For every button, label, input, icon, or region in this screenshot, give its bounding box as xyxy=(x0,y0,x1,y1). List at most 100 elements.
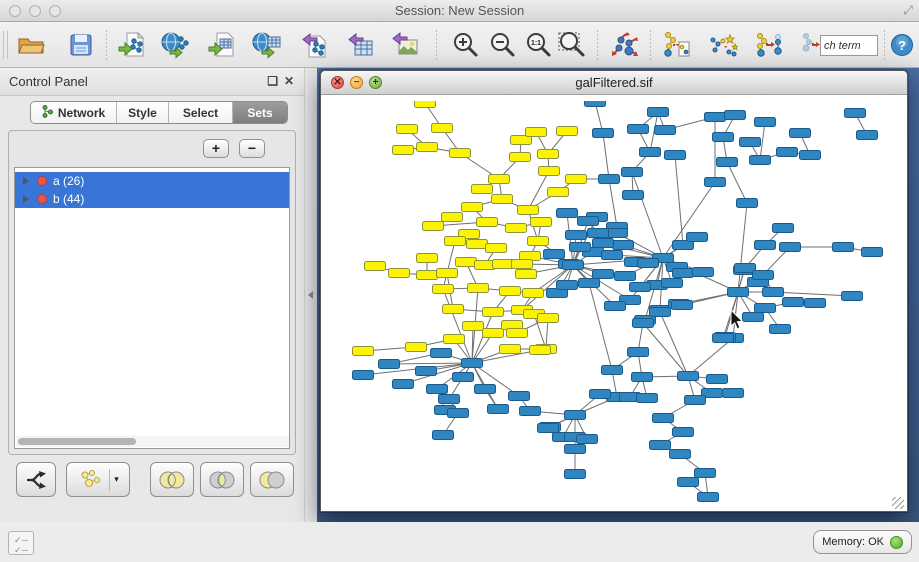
graph-node[interactable] xyxy=(845,109,866,118)
graph-node[interactable] xyxy=(590,390,611,399)
graph-node[interactable] xyxy=(483,329,504,338)
graph-node[interactable] xyxy=(433,285,454,294)
graph-node[interactable] xyxy=(723,389,744,398)
graph-node[interactable] xyxy=(417,143,438,152)
zoom-fit-selected-icon[interactable] xyxy=(557,30,587,60)
tab-network[interactable]: Network xyxy=(31,102,117,123)
graph-node[interactable] xyxy=(507,329,528,338)
graph-node[interactable] xyxy=(557,281,578,290)
graph-node[interactable] xyxy=(687,233,708,242)
task-history-button[interactable]: ✓─✓─ xyxy=(8,531,34,555)
graph-node[interactable] xyxy=(353,347,374,356)
graph-node[interactable] xyxy=(538,314,559,323)
graph-node[interactable] xyxy=(678,478,699,487)
graph-node[interactable] xyxy=(632,373,653,382)
graph-node[interactable] xyxy=(665,151,686,160)
graph-node[interactable] xyxy=(570,243,591,252)
graph-node[interactable] xyxy=(427,385,448,394)
graph-node[interactable] xyxy=(780,243,801,252)
graph-node[interactable] xyxy=(842,292,863,301)
graph-node[interactable] xyxy=(565,470,586,479)
open-session-icon[interactable] xyxy=(16,30,46,60)
graph-node[interactable] xyxy=(566,175,587,184)
graph-node[interactable] xyxy=(579,279,600,288)
graph-node[interactable] xyxy=(557,209,578,218)
import-network-web-icon[interactable] xyxy=(160,30,190,60)
graph-node[interactable] xyxy=(500,287,521,296)
graph-node[interactable] xyxy=(613,241,634,250)
graph-node[interactable] xyxy=(717,158,738,167)
graph-node[interactable] xyxy=(489,175,510,184)
graph-node[interactable] xyxy=(393,380,414,389)
tab-select[interactable]: Select xyxy=(169,102,233,123)
graph-node[interactable] xyxy=(637,394,658,403)
graph-node[interactable] xyxy=(423,222,444,231)
graph-node[interactable] xyxy=(528,237,549,246)
graph-node[interactable] xyxy=(393,146,414,155)
remove-set-button[interactable]: − xyxy=(239,139,265,158)
graph-node[interactable] xyxy=(450,149,471,158)
graph-node[interactable] xyxy=(415,101,436,108)
graph-node[interactable] xyxy=(510,153,531,162)
graph-node[interactable] xyxy=(678,372,699,381)
graph-node[interactable] xyxy=(623,191,644,200)
graph-node[interactable] xyxy=(431,349,452,358)
graph-node[interactable] xyxy=(750,156,771,165)
set-list-item[interactable]: b (44) xyxy=(15,190,289,208)
graph-node[interactable] xyxy=(353,371,374,380)
graph-node[interactable] xyxy=(725,111,746,120)
graph-node[interactable] xyxy=(548,188,569,197)
graph-node[interactable] xyxy=(557,127,578,136)
graph-node[interactable] xyxy=(685,396,706,405)
expander-icon[interactable] xyxy=(23,195,29,203)
graph-node[interactable] xyxy=(833,243,854,252)
graph-node[interactable] xyxy=(518,206,539,215)
import-table-file-icon[interactable] xyxy=(208,30,238,60)
graph-node[interactable] xyxy=(512,260,533,269)
network-canvas[interactable] xyxy=(322,95,906,511)
graph-node[interactable] xyxy=(443,305,464,314)
graph-node[interactable] xyxy=(417,254,438,263)
graph-node[interactable] xyxy=(672,301,693,310)
graph-node[interactable] xyxy=(417,271,438,280)
graph-node[interactable] xyxy=(655,126,676,135)
float-panel-icon[interactable]: ❑ xyxy=(267,74,278,88)
graph-node[interactable] xyxy=(488,405,509,414)
graph-node[interactable] xyxy=(468,284,489,293)
graph-node[interactable] xyxy=(565,445,586,454)
graph-node[interactable] xyxy=(467,240,488,249)
graph-node[interactable] xyxy=(578,217,599,226)
graph-node[interactable] xyxy=(628,348,649,357)
graph-node[interactable] xyxy=(662,279,683,288)
graph-node[interactable] xyxy=(486,244,507,253)
graph-node[interactable] xyxy=(563,261,584,270)
graph-node[interactable] xyxy=(516,270,537,279)
graph-node[interactable] xyxy=(538,150,559,159)
graph-node[interactable] xyxy=(622,168,643,177)
apply-layout-icon[interactable] xyxy=(610,30,640,60)
toolbar-drag-handle[interactable] xyxy=(3,31,8,59)
new-network-from-selection-icon[interactable] xyxy=(662,30,692,60)
graph-node[interactable] xyxy=(628,125,649,134)
graph-node[interactable] xyxy=(565,411,586,420)
horizontal-scrollbar[interactable] xyxy=(16,436,290,447)
close-panel-icon[interactable]: ✕ xyxy=(284,74,294,88)
graph-node[interactable] xyxy=(705,178,726,187)
graph-node[interactable] xyxy=(523,289,544,298)
set-intersection-button[interactable] xyxy=(200,462,244,497)
graph-node[interactable] xyxy=(777,148,798,157)
graph-node[interactable] xyxy=(607,229,628,238)
graph-node[interactable] xyxy=(602,366,623,375)
graph-node[interactable] xyxy=(653,414,674,423)
graph-node[interactable] xyxy=(650,441,671,450)
graph-node[interactable] xyxy=(442,213,463,222)
graph-node[interactable] xyxy=(593,239,614,248)
graph-node[interactable] xyxy=(539,167,560,176)
graph-node[interactable] xyxy=(432,124,453,133)
fullscreen-icon[interactable]: ⤢ xyxy=(903,3,913,18)
graph-node[interactable] xyxy=(389,269,410,278)
create-set-from-network-button[interactable]: ▾ xyxy=(66,462,130,497)
graph-node[interactable] xyxy=(773,224,794,233)
graph-node[interactable] xyxy=(483,308,504,317)
graph-node[interactable] xyxy=(472,185,493,194)
